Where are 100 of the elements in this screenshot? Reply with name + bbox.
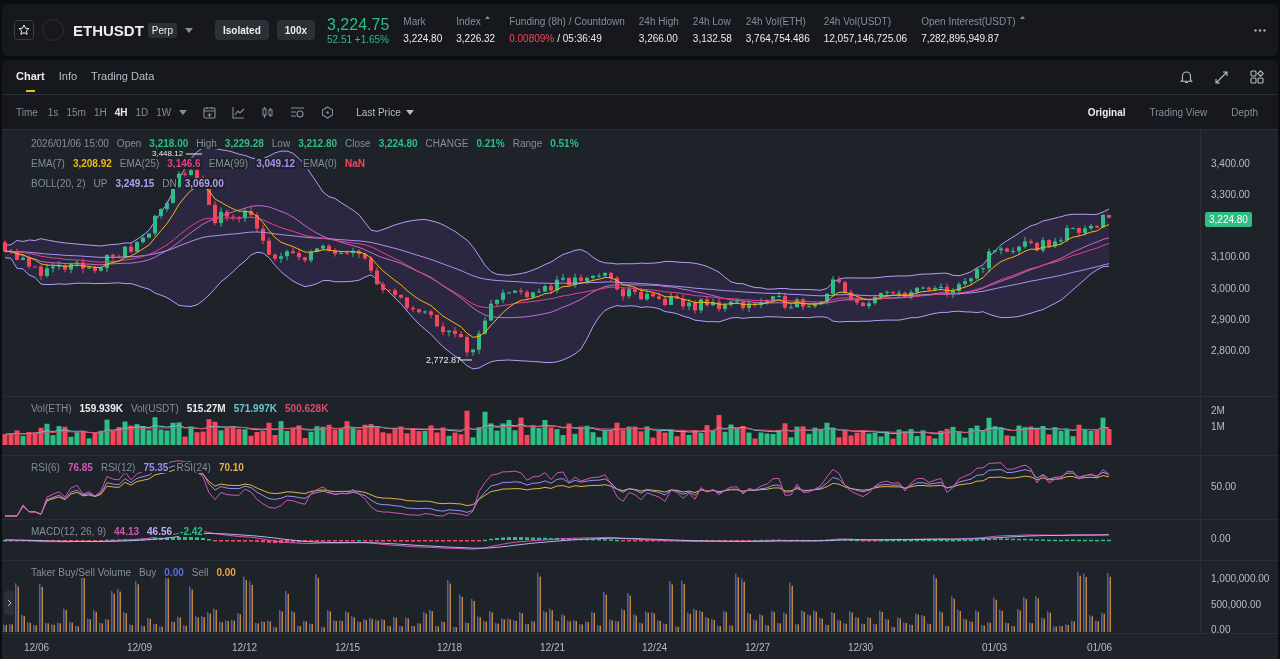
view-tab[interactable]: Original (1081, 105, 1132, 119)
caret-up-icon (484, 16, 490, 19)
more-icon[interactable] (1254, 28, 1266, 32)
price-tag: 3,224.80 (1205, 212, 1252, 227)
margin-mode-button[interactable]: Isolated (214, 20, 269, 40)
axis-label: 0.00 (1211, 533, 1231, 544)
legend-label: RSI(6) (30, 462, 61, 473)
leverage-button[interactable]: 100x (276, 20, 315, 40)
legend-value: 70.10 (217, 462, 245, 473)
tab[interactable]: Trading Data (91, 62, 155, 92)
legend-value: 500.628K (284, 403, 330, 414)
legend-label: Range (511, 138, 544, 149)
caret-icon[interactable] (179, 109, 188, 115)
stat-label: Mark (403, 16, 426, 27)
interval-button[interactable]: 1W (156, 106, 172, 118)
legend-value: 3,212.80 (297, 138, 339, 149)
legend-value: 76.85 (66, 462, 94, 473)
tab[interactable]: Chart (16, 62, 45, 92)
legend-label: High (195, 138, 218, 149)
legend-label: EMA(99) (207, 158, 250, 169)
stat-value: 7,282,895,949.87 (921, 33, 999, 44)
stat-label: 24h Vol(USDT) (823, 16, 891, 27)
last-price: 3,224.75 (327, 15, 390, 34)
legend-value: NaN (343, 158, 366, 169)
contract-tag: Perp (147, 22, 177, 38)
calendar-icon[interactable] (203, 105, 217, 119)
leader-line (185, 153, 203, 155)
axis-label: 12/27 (745, 642, 771, 653)
view-tab[interactable]: Depth (1225, 105, 1264, 119)
legend-label: RSI(24) (175, 462, 212, 473)
legend-value: 46.56 (146, 526, 174, 537)
axis-label: 3,300.00 (1211, 189, 1250, 200)
axis-label: 3,400.00 (1211, 158, 1250, 169)
axis-label: 0.00 (1211, 624, 1231, 635)
legend-label: CHANGE (424, 138, 470, 149)
interval-button[interactable]: 15m (66, 106, 86, 118)
line-chart-icon[interactable] (232, 105, 246, 119)
axis-label: 12/06 (24, 642, 50, 653)
stat-label: Open Interest(USDT) (921, 16, 1016, 27)
legend-value: 3,049.12 (255, 158, 297, 169)
stat-label: Funding (8h) / Countdown (509, 16, 625, 27)
bell-icon[interactable] (1180, 70, 1193, 84)
stat-value: 3,266.00 (638, 33, 678, 44)
axis-label: 1M (1211, 421, 1225, 432)
axis-label: 01/06 (1087, 642, 1113, 653)
tab[interactable]: Info (58, 62, 78, 92)
interval-button[interactable]: 1D (135, 106, 149, 118)
symbol-name[interactable]: ETHUSDT (73, 21, 144, 39)
expand-icon[interactable] (1215, 70, 1228, 84)
legend-label: UP (92, 178, 109, 189)
legend-label: Buy (138, 567, 158, 578)
caret-up-icon (1019, 16, 1025, 19)
interval-button[interactable]: 1H (93, 106, 107, 118)
axis-label: 12/09 (127, 642, 153, 653)
axis-label: 12/18 (437, 642, 463, 653)
hexagon-icon[interactable] (321, 105, 335, 119)
legend-label: EMA(0) (302, 158, 338, 169)
axis-label: 3,100.00 (1211, 251, 1250, 262)
axis-label: 12/30 (848, 642, 874, 653)
interval-button[interactable]: 4H (114, 106, 128, 118)
low-price-marker: 2,772.87 (426, 355, 462, 365)
leader-line (459, 359, 473, 361)
stat-value: 12,057,146,725.06 (823, 33, 908, 44)
expand-panel-button[interactable] (4, 591, 14, 615)
axis-label: 500,000.00 (1211, 599, 1262, 610)
stat-value: 3,764,754.486 (745, 33, 810, 44)
legend-value: 3,249.15 (114, 178, 156, 189)
candle-date: 2026/01/06 15:00 (30, 138, 110, 149)
stat-label: Index (456, 16, 481, 27)
axis-label: 12/24 (642, 642, 668, 653)
legend-value: 44.13 (113, 526, 141, 537)
legend-value: 3,229.28 (223, 138, 265, 149)
axis-label: 2,900.00 (1211, 314, 1250, 325)
legend-label: MACD(12, 26, 9) (30, 526, 108, 537)
axis-label: 2,800.00 (1211, 345, 1250, 356)
axis-label: 01/03 (982, 642, 1008, 653)
layout-grid-icon[interactable] (1250, 70, 1264, 84)
view-tab[interactable]: Trading View (1143, 105, 1214, 119)
interval-button[interactable]: 1s (47, 106, 59, 118)
stat-label: 24h Low (692, 16, 731, 27)
legend-value: 3,146.6 (166, 158, 202, 169)
legend-label: Low (270, 138, 292, 149)
candlestick-icon[interactable] (261, 105, 275, 119)
legend-value: 0.21% (475, 138, 506, 149)
indicator-settings-icon[interactable] (290, 105, 306, 119)
axis-label: 1,000,000.00 (1211, 573, 1270, 584)
chevron-right-icon (6, 599, 12, 607)
price-type-dropdown[interactable]: Last Price (350, 105, 420, 119)
axis-label: 50.00 (1211, 481, 1237, 492)
legend-value: 159.939K (78, 403, 124, 414)
stat-label: 24h Vol(ETH) (745, 16, 806, 27)
legend-value: 3,208.92 (71, 158, 113, 169)
high-price-marker: 3,448.12 (152, 150, 184, 158)
legend-value: 515.27M (185, 403, 227, 414)
caret-icon[interactable] (184, 27, 193, 33)
axis-label: 3,000.00 (1211, 283, 1250, 294)
legend-label: DN (161, 178, 178, 189)
legend-label: EMA(7) (30, 158, 66, 169)
legend-label: Open (115, 138, 143, 149)
axis-label: 2M (1211, 405, 1225, 416)
